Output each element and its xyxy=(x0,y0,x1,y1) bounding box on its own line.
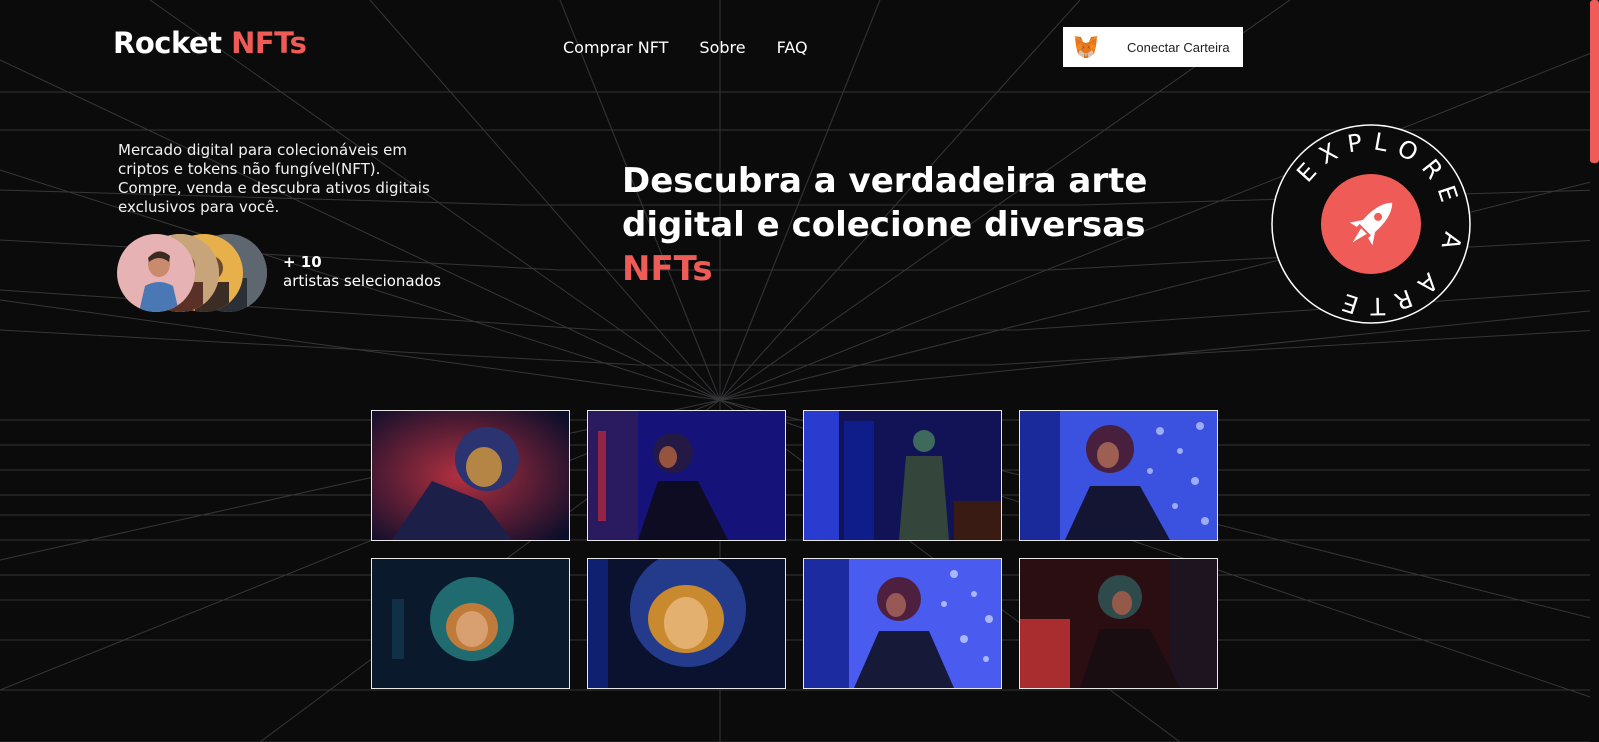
intro-description: Mercado digital para colecionáveis em cr… xyxy=(118,141,430,216)
nft-image xyxy=(372,559,569,688)
logo-name: Rocket xyxy=(113,26,222,60)
main-nav: Comprar NFT Sobre FAQ xyxy=(563,38,808,57)
nft-card[interactable] xyxy=(587,410,786,541)
hero-accent: NFTs xyxy=(622,249,713,289)
nft-card[interactable] xyxy=(371,558,570,689)
nft-image xyxy=(588,411,785,540)
hero-title: Descubra a verdadeira arte digital e col… xyxy=(622,159,1182,291)
site-logo[interactable]: Rocket NFTs xyxy=(113,26,307,60)
nft-card[interactable] xyxy=(803,410,1002,541)
nft-card[interactable] xyxy=(1019,558,1218,689)
nft-image xyxy=(372,411,569,540)
hero-line-1: Descubra a verdadeira arte xyxy=(622,161,1148,201)
nft-image xyxy=(588,559,785,688)
artists-info: + 10 artistas selecionados xyxy=(283,253,441,291)
logo-accent: NFTs xyxy=(231,26,307,60)
nft-image xyxy=(804,411,1001,540)
scrollbar-thumb[interactable] xyxy=(1590,0,1599,163)
nft-image xyxy=(804,559,1001,688)
connect-wallet-label: Conectar Carteira xyxy=(1127,39,1230,55)
nav-item-faq[interactable]: FAQ xyxy=(777,38,808,57)
nft-card[interactable] xyxy=(803,558,1002,689)
page: Rocket NFTs Comprar NFT Sobre FAQ Conect… xyxy=(0,0,1599,742)
hero-line-2: digital e colecione diversas xyxy=(622,205,1146,245)
metamask-fox-icon xyxy=(1072,34,1100,60)
artist-avatars xyxy=(117,234,267,312)
artists-count: + 10 xyxy=(283,253,322,271)
nft-card[interactable] xyxy=(371,410,570,541)
nft-card[interactable] xyxy=(1019,410,1218,541)
nft-gallery xyxy=(371,410,1218,689)
avatar xyxy=(117,234,195,312)
explore-badge[interactable]: EXPLORE A ARTE xyxy=(1270,123,1472,325)
nav-item-sobre[interactable]: Sobre xyxy=(699,38,745,57)
artists-label: artistas selecionados xyxy=(283,272,442,290)
nft-image xyxy=(1020,411,1217,540)
nft-card[interactable] xyxy=(587,558,786,689)
nft-image xyxy=(1020,559,1217,688)
nav-item-comprar[interactable]: Comprar NFT xyxy=(563,38,668,57)
connect-wallet-button[interactable]: Conectar Carteira xyxy=(1063,27,1243,67)
